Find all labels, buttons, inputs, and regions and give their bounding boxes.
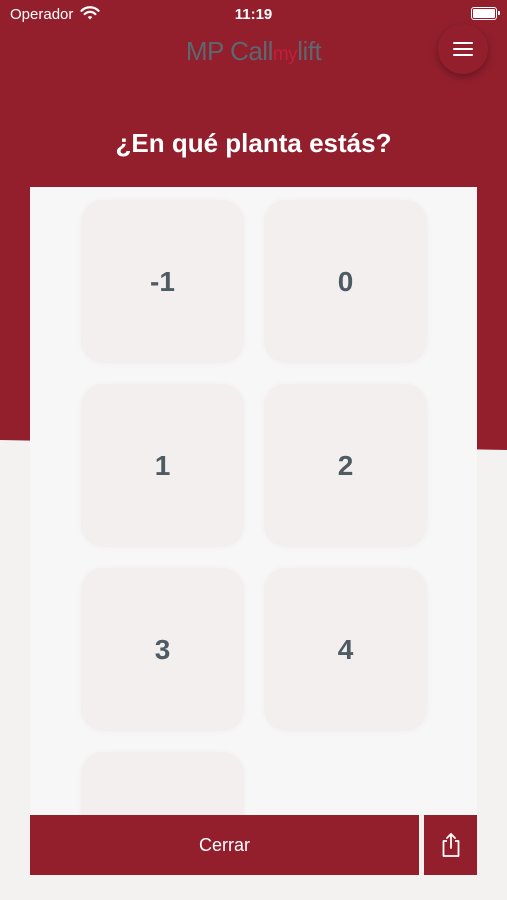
- logo-part-3: lift: [297, 36, 322, 66]
- floor-button[interactable]: 4: [264, 568, 427, 731]
- logo-part-2: my: [272, 44, 298, 65]
- floor-button[interactable]: 1: [81, 384, 244, 547]
- floor-button[interactable]: [81, 752, 244, 815]
- floor-button[interactable]: 2: [264, 384, 427, 547]
- floor-button[interactable]: 3: [81, 568, 244, 731]
- app-logo: MP Callmylift: [0, 36, 507, 67]
- page-title: ¿En qué planta estás?: [115, 128, 392, 158]
- status-bar: Operador 11:19: [0, 0, 507, 28]
- share-icon: [442, 833, 459, 857]
- floor-button[interactable]: 0: [264, 200, 427, 363]
- menu-button[interactable]: [438, 24, 488, 74]
- share-button[interactable]: [424, 815, 477, 875]
- logo-part-1: MP Call: [185, 36, 274, 66]
- status-time: 11:19: [234, 6, 273, 23]
- battery-icon: [471, 7, 500, 20]
- close-button[interactable]: Cerrar: [30, 815, 419, 875]
- floor-panel[interactable]: -1 0 1 2 3 4: [30, 187, 477, 815]
- floor-button[interactable]: -1: [81, 200, 244, 363]
